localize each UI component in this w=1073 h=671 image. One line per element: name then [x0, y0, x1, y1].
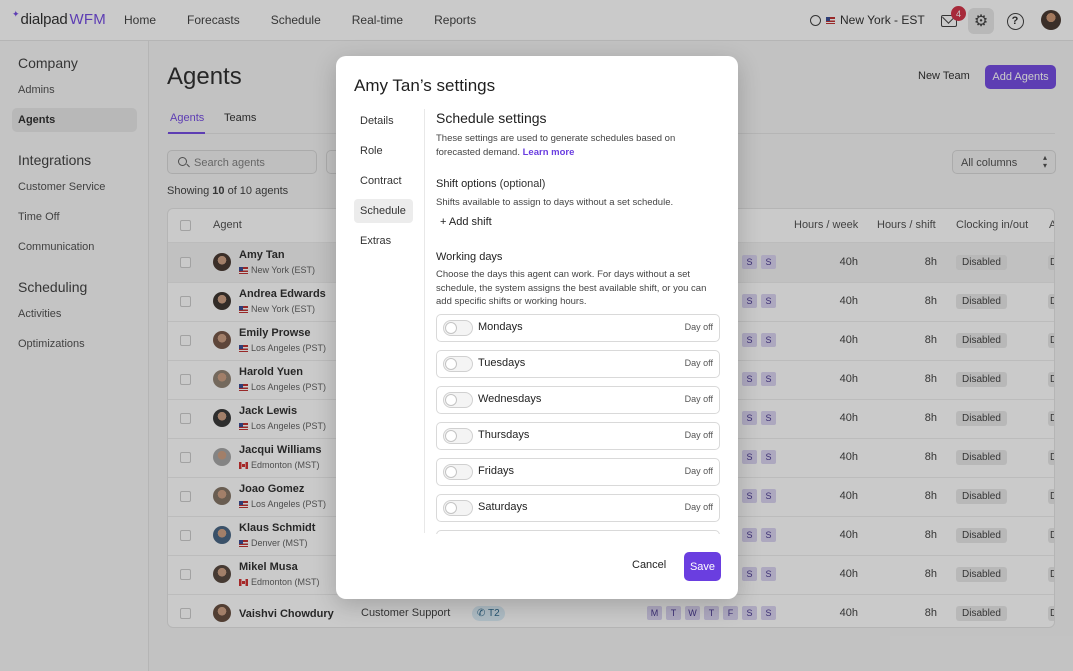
toggle-knob: [445, 430, 457, 442]
working-day-row: Fridays Day off: [436, 458, 720, 486]
shift-options-label: Shift options: [436, 178, 497, 190]
modal-nav-schedule[interactable]: Schedule: [354, 199, 413, 223]
toggle-knob: [445, 322, 457, 334]
day-label: Thursdays: [478, 429, 530, 441]
toggle-knob: [445, 466, 457, 478]
day-toggle[interactable]: [443, 320, 473, 336]
day-toggle[interactable]: [443, 464, 473, 480]
day-status: Day off: [684, 394, 713, 404]
day-status: Day off: [684, 358, 713, 368]
save-button[interactable]: Save: [684, 552, 721, 581]
modal-nav-contract[interactable]: Contract: [354, 169, 413, 193]
working-day-row: Saturdays Day off: [436, 494, 720, 522]
day-status: Day off: [684, 466, 713, 476]
cancel-button[interactable]: Cancel: [632, 559, 666, 571]
working-day-row: Thursdays Day off: [436, 422, 720, 450]
shift-options-title: Shift options (optional): [436, 178, 545, 190]
day-label: Wednesdays: [478, 393, 542, 405]
modal-nav-role[interactable]: Role: [354, 139, 413, 163]
learn-more-link[interactable]: Learn more: [523, 147, 575, 158]
working-day-row: Tuesdays Day off: [436, 350, 720, 378]
day-toggle[interactable]: [443, 356, 473, 372]
modal-nav-extras[interactable]: Extras: [354, 229, 413, 253]
day-label: Tuesdays: [478, 357, 526, 369]
toggle-knob: [445, 358, 457, 370]
working-days-title: Working days: [436, 251, 503, 263]
day-label: Saturdays: [478, 501, 528, 513]
day-label: Mondays: [478, 321, 523, 333]
shift-options-desc: Shifts available to assign to days witho…: [436, 197, 674, 208]
modal-divider: [424, 109, 425, 533]
day-toggle[interactable]: [443, 500, 473, 516]
day-status: Day off: [684, 322, 713, 332]
schedule-settings-heading: Schedule settings: [436, 110, 547, 126]
modal-title: Amy Tan’s settings: [354, 76, 496, 95]
optional-label: (optional): [499, 178, 546, 190]
add-shift-button[interactable]: + Add shift: [440, 216, 492, 228]
schedule-settings-intro: These settings are used to generate sche…: [436, 132, 706, 159]
modal-nav-details[interactable]: Details: [354, 109, 413, 133]
schedule-settings-panel[interactable]: Schedule settings These settings are use…: [436, 110, 728, 534]
day-label: Fridays: [478, 465, 515, 477]
toggle-knob: [445, 394, 457, 406]
toggle-knob: [445, 502, 457, 514]
working-day-row: Mondays Day off: [436, 314, 720, 342]
settings-modal: Amy Tan’s settings Details Role Contract…: [336, 56, 738, 599]
day-toggle[interactable]: [443, 428, 473, 444]
working-day-row: Wednesdays Day off: [436, 386, 720, 414]
working-day-row-partial: [436, 530, 720, 534]
day-toggle[interactable]: [443, 392, 473, 408]
day-status: Day off: [684, 502, 713, 512]
day-status: Day off: [684, 430, 713, 440]
working-days-desc: Choose the days this agent can work. For…: [436, 269, 707, 307]
